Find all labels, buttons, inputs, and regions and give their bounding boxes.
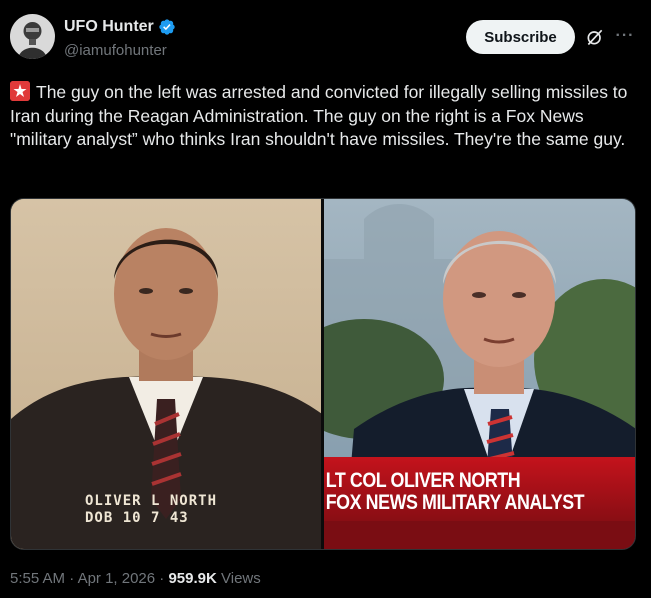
mugshot-label-dob: DOB 10 7 43 bbox=[85, 510, 189, 526]
views-count: 959.9K bbox=[168, 570, 217, 587]
mugshot-label: OLIVER L NORTH DOB 10 7 43 bbox=[85, 493, 217, 527]
author-name-row[interactable]: UFO Hunter bbox=[64, 18, 176, 36]
soldier-avatar-icon bbox=[10, 14, 55, 59]
mugshot-photo[interactable]: OLIVER L NORTH DOB 10 7 43 bbox=[11, 199, 321, 549]
tweet-time[interactable]: 5:55 AM bbox=[10, 570, 65, 587]
views-label: Views bbox=[221, 570, 261, 587]
tweet-text: The guy on the left was arrested and con… bbox=[10, 81, 638, 152]
subscribe-button[interactable]: Subscribe bbox=[466, 20, 575, 54]
chyron-name: LT COL OLIVER NORTH bbox=[325, 469, 521, 492]
tweet-meta: 5:55 AM · Apr 1, 2026 · 959.9K Views bbox=[10, 570, 261, 587]
verified-badge-icon bbox=[159, 19, 175, 35]
mugshot-label-name: OLIVER L NORTH bbox=[85, 493, 218, 509]
tweet-media[interactable]: OLIVER L NORTH DOB 10 7 43 LT COL OLIVER… bbox=[10, 198, 636, 550]
siren-icon bbox=[10, 81, 30, 101]
chyron-title: FOX NEWS MILITARY ANALYST bbox=[325, 491, 585, 514]
grok-icon[interactable] bbox=[585, 27, 605, 47]
tweet-header: UFO Hunter @iamufohunter Subscribe ··· bbox=[0, 0, 651, 78]
fox-news-photo[interactable]: LT COL OLIVER NORTH FOX NEWS MILITARY AN… bbox=[323, 199, 635, 549]
meta-separator: · bbox=[69, 570, 75, 587]
avatar[interactable] bbox=[10, 14, 55, 59]
tweet-body: The guy on the left was arrested and con… bbox=[10, 82, 628, 149]
author-name[interactable]: UFO Hunter bbox=[64, 18, 154, 36]
meta-separator: · bbox=[159, 570, 165, 587]
author-handle[interactable]: @iamufohunter bbox=[64, 42, 167, 59]
more-dots-icon[interactable]: ··· bbox=[613, 24, 637, 48]
tweet-date[interactable]: Apr 1, 2026 bbox=[78, 570, 156, 587]
siren-emoji bbox=[10, 81, 30, 101]
